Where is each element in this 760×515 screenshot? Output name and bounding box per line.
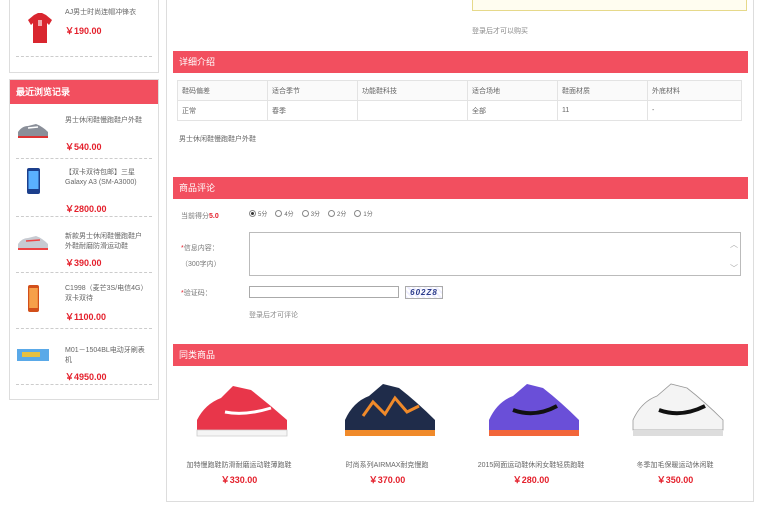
- shoe-orange-image[interactable]: [333, 376, 443, 446]
- rating-option[interactable]: 5分: [249, 209, 267, 218]
- similar-product[interactable]: 2015网面运动鞋休闲女鞋轻质跑鞋 ￥280.00: [461, 374, 601, 486]
- table-header-cell: 适合场地: [467, 80, 558, 101]
- recent-item-price: ￥390.00: [65, 258, 102, 268]
- table-header-row: 鞋码偏差 适合季节 功能鞋科技 适合场地 鞋面材质 外底材料: [177, 80, 742, 101]
- recent-views-panel: 最近浏览记录 男士休闲鞋慢跑鞋户外鞋 ￥540.00 【双卡双待包邮】三星Gal…: [9, 79, 159, 400]
- rating-option[interactable]: 3分: [301, 209, 321, 218]
- recent-item-title[interactable]: C1998（麦芒3S/电信4G）双卡双待: [65, 284, 145, 304]
- rating-option[interactable]: 1分: [354, 209, 373, 218]
- divider: [16, 158, 152, 159]
- section-similar-heading: 同类商品: [173, 344, 748, 366]
- captcha-input[interactable]: [249, 286, 399, 298]
- captcha-image[interactable]: 602Z8: [405, 286, 443, 299]
- sneaker-silver-icon: [18, 236, 48, 250]
- phone-orange-icon: [28, 285, 39, 312]
- divider: [16, 56, 152, 57]
- main-content: 登录后才可以购买 详细介绍 鞋码偏差 适合季节 功能鞋科技 适合场地 鞋面材质 …: [166, 0, 754, 502]
- product-price: ￥190.00: [65, 26, 102, 36]
- content-limit: （300字内）: [181, 261, 221, 268]
- table-cell: [357, 100, 468, 121]
- sidebar-top-product[interactable]: AJ男士时尚连帽冲锋衣 ￥190.00: [10, 0, 160, 58]
- table-cell: 全部: [467, 100, 558, 121]
- similar-product-price: ￥280.00: [512, 475, 550, 485]
- rating-option-label: 1分: [363, 212, 373, 218]
- shoe-purple-image[interactable]: [477, 376, 587, 446]
- recent-item-title[interactable]: M01－1504BL电动牙刷表机: [65, 346, 145, 366]
- sneaker-gray-icon: [18, 124, 48, 138]
- table-cell: 春季: [267, 100, 358, 121]
- captcha-label: *验证码：: [181, 290, 212, 297]
- similar-product-title[interactable]: 加特慢跑鞋防滑耐磨运动鞋薄跑鞋: [169, 460, 309, 470]
- score-label: 当前得分5.0: [181, 211, 219, 221]
- recent-item-price: ￥4950.00: [65, 372, 107, 382]
- rating-option-label: 4分: [284, 212, 294, 218]
- rating-option-label: 2分: [337, 212, 347, 218]
- shoe-red-image[interactable]: [185, 376, 295, 446]
- score-label-text: 当前得分: [181, 213, 209, 220]
- similar-product-price: ￥350.00: [656, 475, 694, 485]
- textarea-scrollbar[interactable]: ︿ ﹀: [730, 239, 738, 273]
- table-header-cell: 外底材料: [647, 80, 742, 101]
- similar-product[interactable]: 冬季加毛保暖运动休闲鞋 ￥350.00: [605, 374, 745, 486]
- recent-item[interactable]: C1998（麦芒3S/电信4G）双卡双待 ￥1100.00: [10, 272, 158, 329]
- similar-product-title[interactable]: 时尚系列AIRMAX耐克慢跑: [317, 460, 457, 470]
- sidebar-top-panel: AJ男士时尚连帽冲锋衣 ￥190.00: [9, 0, 159, 73]
- product-title[interactable]: AJ男士时尚连帽冲锋衣: [65, 8, 155, 18]
- recent-item[interactable]: 男士休闲鞋慢跑鞋户外鞋 ￥540.00: [10, 104, 158, 160]
- table-cell: 11: [557, 100, 648, 121]
- login-to-buy-note: 登录后才可以购买: [472, 28, 528, 35]
- recent-item[interactable]: 【双卡双待包邮】三星Galaxy A3 (SM-A3000) ￥2800.00: [10, 160, 158, 217]
- recent-item-price: ￥2800.00: [65, 204, 107, 214]
- divider: [16, 384, 152, 385]
- rating-radio-group: 5分 4分 3分 2分 1分: [249, 209, 377, 218]
- device-blue-icon: [17, 349, 49, 361]
- login-to-comment-note: 登录后才可评论: [249, 312, 298, 319]
- purchase-box: [472, 0, 747, 11]
- recent-item[interactable]: 新款男士休闲鞋慢跑鞋户外鞋耐磨防滑运动鞋 ￥390.00: [10, 216, 158, 273]
- radio-button[interactable]: [328, 210, 336, 217]
- radio-button[interactable]: [275, 210, 283, 217]
- section-details-heading: 详细介绍: [173, 51, 748, 73]
- recent-item-title[interactable]: 男士休闲鞋慢跑鞋户外鞋: [65, 116, 145, 126]
- table-header-cell: 适合季节: [267, 80, 358, 101]
- jacket-thumbnail: [28, 13, 52, 43]
- score-value: 5.0: [209, 213, 219, 220]
- table-header-cell: 功能鞋科技: [357, 80, 468, 101]
- recent-item[interactable]: M01－1504BL电动牙刷表机 ￥4950.00: [10, 328, 158, 385]
- review-textarea[interactable]: ︿ ﹀: [249, 232, 741, 276]
- shoe-white-image[interactable]: [621, 376, 731, 446]
- rating-option[interactable]: 4分: [275, 209, 294, 218]
- recent-item-title[interactable]: 【双卡双待包邮】三星Galaxy A3 (SM-A3000): [65, 168, 145, 188]
- similar-product-title[interactable]: 冬季加毛保暖运动休闲鞋: [605, 460, 745, 470]
- content-label-text: 信息内容：: [183, 245, 219, 252]
- similar-product[interactable]: 时尚系列AIRMAX耐克慢跑 ￥370.00: [317, 374, 457, 486]
- recent-item-price: ￥540.00: [65, 142, 102, 152]
- rating-option-label: 3分: [310, 212, 321, 218]
- table-header-cell: 鞋面材质: [557, 80, 648, 101]
- table-cell: -: [647, 100, 742, 121]
- section-reviews-heading: 商品评论: [173, 177, 748, 199]
- table-row: 正常 春季 全部 11 -: [177, 100, 742, 121]
- rating-option-label: 5分: [258, 212, 268, 218]
- table-header-cell: 鞋码偏差: [177, 80, 268, 101]
- radio-button[interactable]: [249, 210, 256, 217]
- content-label: *信息内容：: [181, 245, 219, 252]
- radio-button[interactable]: [301, 210, 309, 217]
- similar-product-price: ￥370.00: [368, 475, 406, 485]
- similar-product-price: ￥330.00: [220, 475, 258, 485]
- product-description: 男士休闲鞋慢跑鞋户外鞋: [179, 136, 256, 143]
- table-cell: 正常: [177, 100, 268, 121]
- similar-product-title[interactable]: 2015网面运动鞋休闲女鞋轻质跑鞋: [461, 460, 601, 470]
- recent-item-price: ￥1100.00: [65, 312, 107, 322]
- recent-views-heading: 最近浏览记录: [10, 80, 158, 104]
- similar-product[interactable]: 加特慢跑鞋防滑耐磨运动鞋薄跑鞋 ￥330.00: [169, 374, 309, 486]
- radio-button[interactable]: [354, 210, 362, 217]
- params-table: 鞋码偏差 适合季节 功能鞋科技 适合场地 鞋面材质 外底材料 正常 春季 全部 …: [177, 80, 742, 121]
- captcha-label-text: 验证码：: [183, 290, 212, 297]
- rating-option[interactable]: 2分: [328, 209, 346, 218]
- phone-blue-icon: [27, 168, 40, 194]
- recent-item-title[interactable]: 新款男士休闲鞋慢跑鞋户外鞋耐磨防滑运动鞋: [65, 232, 145, 252]
